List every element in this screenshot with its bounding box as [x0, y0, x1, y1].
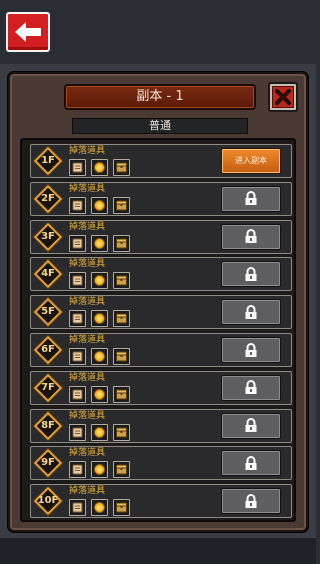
bottom-bar — [0, 538, 316, 564]
scroll-icon[interactable] — [69, 196, 86, 214]
close-button[interactable] — [268, 82, 298, 112]
drop-items-label: 掉落道具 — [69, 146, 106, 156]
gold-coin-icon[interactable] — [91, 196, 108, 214]
gold-coin-icon[interactable] — [91, 499, 108, 517]
floor-row: 9F 掉落道具 — [30, 446, 292, 481]
floor-label: 7F — [41, 381, 55, 393]
locked-button — [221, 299, 281, 326]
locked-button — [221, 412, 281, 439]
gold-coin-icon[interactable] — [91, 385, 108, 403]
floor-row: 8F 掉落道具 — [30, 408, 292, 443]
difficulty-label: 普通 — [72, 118, 248, 134]
floor-label: 5F — [41, 306, 55, 318]
lock-icon — [245, 380, 257, 395]
back-arrow-icon — [15, 22, 41, 42]
drop-items-label: 掉落道具 — [69, 372, 106, 383]
floor-label: 10F — [37, 495, 59, 507]
floor-label: 1F — [41, 155, 55, 166]
treasure-chest-icon[interactable] — [113, 499, 130, 517]
lock-icon — [245, 304, 257, 319]
drop-items-label: 掉落道具 — [69, 335, 106, 345]
enter-dungeon-button[interactable]: 进入副本 — [221, 148, 281, 174]
floor-label: 2F — [41, 192, 55, 204]
scroll-icon[interactable] — [69, 310, 86, 328]
lock-icon — [245, 342, 257, 357]
gold-coin-icon[interactable] — [91, 272, 108, 290]
floor-row: 4F 掉落道具 — [30, 257, 292, 292]
gold-coin-icon[interactable] — [91, 234, 108, 252]
lock-icon — [245, 229, 257, 244]
treasure-chest-icon[interactable] — [113, 196, 130, 214]
floor-badge: 7F — [33, 373, 63, 402]
locked-button — [221, 261, 281, 288]
gold-coin-icon[interactable] — [91, 461, 108, 479]
locked-button — [221, 374, 281, 401]
treasure-chest-icon[interactable] — [113, 461, 130, 479]
drop-items-label: 掉落道具 — [69, 448, 106, 459]
floor-badge: 4F — [33, 260, 63, 289]
floor-row: 3F 掉落道具 — [30, 219, 292, 254]
drop-items-label: 掉落道具 — [69, 486, 106, 497]
gold-coin-icon[interactable] — [91, 348, 108, 365]
dungeon-dialog: 副本 - 1 普通 1F 掉落道具 进入副本 2F 掉落道具 3F 掉落道具 4F 掉落道具 5F… — [8, 72, 308, 532]
treasure-chest-icon[interactable] — [113, 385, 130, 403]
treasure-chest-icon[interactable] — [113, 423, 130, 441]
floor-row: 5F 掉落道具 — [30, 295, 292, 330]
top-bar — [0, 0, 316, 64]
locked-button — [221, 488, 281, 515]
floor-badge: 1F — [33, 146, 63, 176]
floor-label: 4F — [41, 268, 55, 280]
floor-label: 6F — [41, 344, 55, 355]
treasure-chest-icon[interactable] — [113, 310, 130, 328]
floor-label: 3F — [41, 230, 55, 242]
back-button[interactable] — [6, 12, 50, 52]
scroll-icon[interactable] — [69, 272, 86, 290]
floor-badge: 10F — [33, 487, 63, 516]
locked-button — [221, 223, 281, 250]
gold-coin-icon[interactable] — [91, 310, 108, 328]
floor-badge: 8F — [33, 411, 63, 440]
drop-items-label: 掉落道具 — [69, 183, 106, 194]
floor-row: 6F 掉落道具 — [30, 333, 292, 367]
floor-label: 9F — [41, 457, 55, 469]
gold-coin-icon[interactable] — [91, 159, 108, 176]
lock-icon — [245, 266, 257, 281]
gold-coin-icon[interactable] — [91, 423, 108, 441]
drop-items-label: 掉落道具 — [69, 259, 106, 270]
floor-row: 10F 掉落道具 — [30, 484, 292, 519]
lock-icon — [245, 418, 257, 433]
treasure-chest-icon[interactable] — [113, 234, 130, 252]
floor-badge: 5F — [33, 298, 63, 327]
scroll-icon[interactable] — [69, 461, 86, 479]
scroll-icon[interactable] — [69, 423, 86, 441]
locked-button — [221, 450, 281, 477]
close-x-icon — [275, 89, 291, 105]
lock-icon — [245, 191, 257, 206]
floor-row: 7F 掉落道具 — [30, 370, 292, 405]
lock-icon — [245, 455, 257, 470]
floor-badge: 2F — [33, 184, 63, 213]
drop-items-label: 掉落道具 — [69, 410, 106, 421]
scroll-icon[interactable] — [69, 234, 86, 252]
drop-items-label: 掉落道具 — [69, 297, 106, 308]
floor-list: 1F 掉落道具 进入副本 2F 掉落道具 3F 掉落道具 4F 掉落道具 5F 掉落道具 6F 掉落道具… — [20, 138, 296, 522]
scroll-icon[interactable] — [69, 348, 86, 365]
treasure-chest-icon[interactable] — [113, 159, 130, 176]
scroll-icon[interactable] — [69, 499, 86, 517]
dialog-title: 副本 - 1 — [64, 84, 256, 110]
scroll-icon[interactable] — [69, 159, 86, 176]
floor-badge: 9F — [33, 449, 63, 478]
drop-items-label: 掉落道具 — [69, 221, 106, 232]
treasure-chest-icon[interactable] — [113, 348, 130, 365]
treasure-chest-icon[interactable] — [113, 272, 130, 290]
lock-icon — [245, 493, 257, 508]
scroll-icon[interactable] — [69, 385, 86, 403]
floor-label: 8F — [41, 419, 55, 431]
locked-button — [221, 337, 281, 363]
floor-row: 1F 掉落道具 进入副本 — [30, 144, 292, 178]
locked-button — [221, 185, 281, 212]
floor-badge: 3F — [33, 222, 63, 251]
floor-row: 2F 掉落道具 — [30, 181, 292, 216]
floor-badge: 6F — [33, 335, 63, 365]
